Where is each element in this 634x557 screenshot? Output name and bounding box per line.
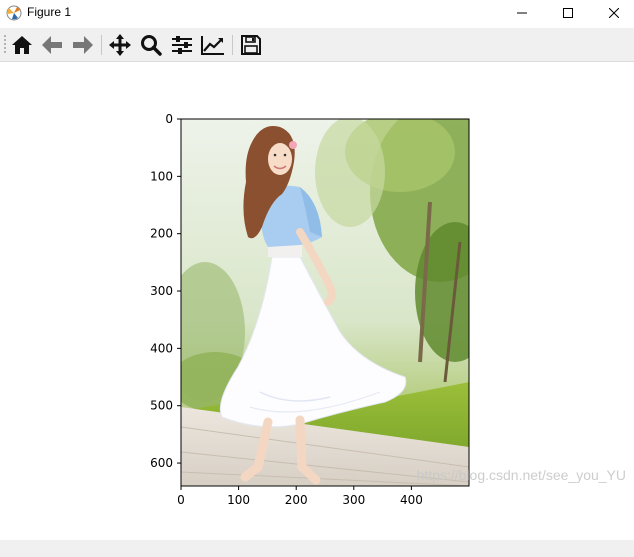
y-tick-label: 400 xyxy=(150,341,173,355)
close-icon xyxy=(609,8,619,18)
title-bar: Figure 1 xyxy=(0,0,634,26)
x-tick-label: 400 xyxy=(400,493,423,507)
maximize-icon xyxy=(563,8,573,18)
arrow-right-icon xyxy=(73,36,93,54)
home-button[interactable] xyxy=(9,32,35,58)
arrow-left-icon xyxy=(42,36,62,54)
save-button[interactable] xyxy=(238,32,264,58)
y-tick-label: 500 xyxy=(150,399,173,413)
line-chart-icon xyxy=(201,36,224,55)
sliders-icon xyxy=(172,36,192,54)
x-tick-label: 200 xyxy=(285,493,308,507)
zoom-button[interactable] xyxy=(138,32,164,58)
matplotlib-logo-icon xyxy=(6,5,22,21)
navigation-toolbar xyxy=(0,28,634,62)
x-tick-label: 0 xyxy=(177,493,185,507)
pan-button[interactable] xyxy=(107,32,133,58)
minimize-icon xyxy=(517,12,527,14)
customize-button[interactable] xyxy=(200,32,226,58)
x-axis: 0 100 200 300 400 xyxy=(177,486,423,507)
y-tick-label: 100 xyxy=(150,169,173,183)
close-button[interactable] xyxy=(591,0,634,26)
subplots-button[interactable] xyxy=(169,32,195,58)
minimize-button[interactable] xyxy=(499,0,545,26)
move-icon xyxy=(109,34,131,56)
y-tick-label: 200 xyxy=(150,227,173,241)
home-icon xyxy=(12,36,32,54)
maximize-button[interactable] xyxy=(545,0,591,26)
watermark-text: https://blog.csdn.net/see_you_YU xyxy=(416,467,626,483)
y-axis: 0 100 200 300 400 500 600 xyxy=(150,112,181,470)
x-tick-label: 300 xyxy=(342,493,365,507)
floppy-disk-icon xyxy=(241,35,261,55)
back-button[interactable] xyxy=(39,32,65,58)
forward-button[interactable] xyxy=(70,32,96,58)
toolbar-grip-icon xyxy=(4,35,6,53)
status-bar xyxy=(0,540,634,557)
window-title: Figure 1 xyxy=(27,5,72,19)
y-tick-label: 300 xyxy=(150,284,173,298)
y-tick-label: 0 xyxy=(165,112,173,126)
x-tick-label: 100 xyxy=(227,493,250,507)
photo-image xyxy=(181,119,469,486)
magnifier-icon xyxy=(141,35,162,56)
y-tick-label: 600 xyxy=(150,456,173,470)
toolbar-separator xyxy=(232,35,233,55)
toolbar-separator xyxy=(101,35,102,55)
